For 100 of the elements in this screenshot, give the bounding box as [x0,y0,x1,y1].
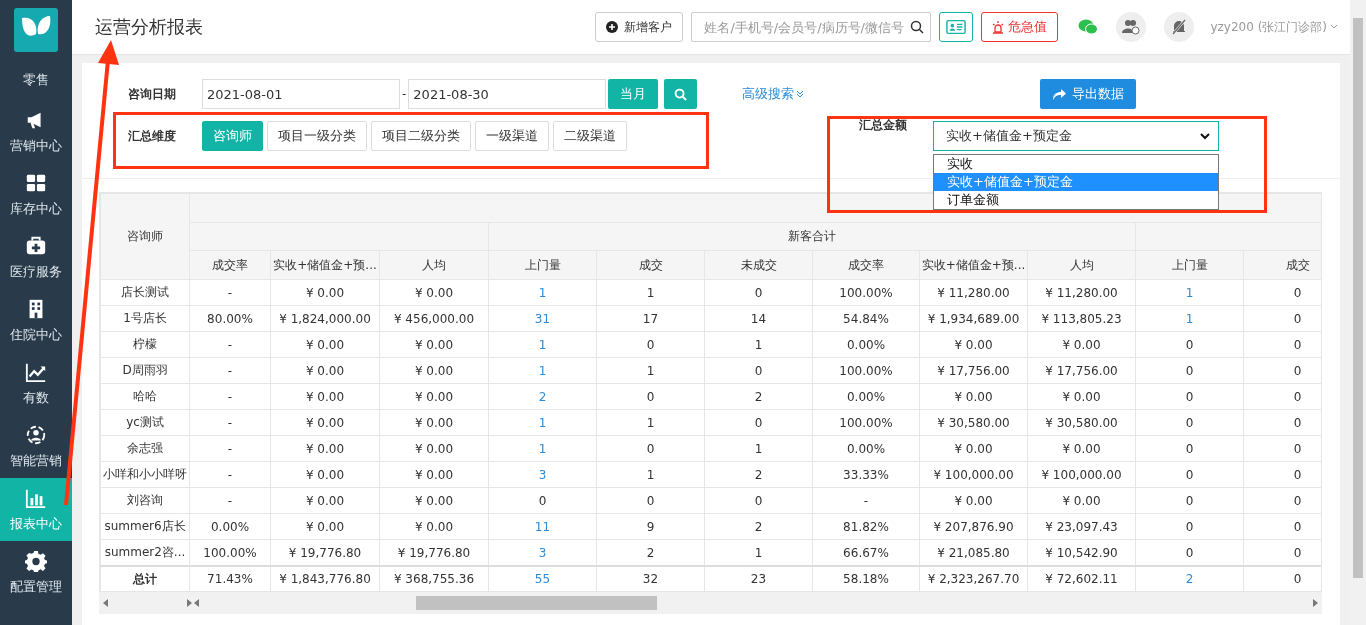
table-cell: 2 [704,461,813,488]
table-cell: 0 [1135,409,1244,436]
table-cell: 2 [704,513,813,540]
sidebar-item[interactable]: 报表中心 [0,478,72,541]
table-cell: 81.82% [812,513,920,540]
column-header: 成交 [1243,250,1321,280]
amount-select[interactable]: 实收+储值金+预定金 [933,121,1219,151]
table-cell: ¥ 0.00 [1027,383,1136,410]
count-link[interactable]: 11 [488,513,597,540]
table-cell: 0 [488,487,597,514]
export-button[interactable]: 导出数据 [1040,79,1137,109]
sidebar-item[interactable]: 零售 [0,60,72,100]
table-cell: summer6店长 [100,513,190,540]
count-link[interactable]: 1 [1135,305,1244,332]
table-cell: ¥ 0.00 [919,435,1028,462]
table-cell: ¥ 456,000.00 [379,305,489,332]
count-link[interactable]: 3 [488,461,597,488]
count-link[interactable]: 1 [488,409,597,436]
new-customer-button[interactable]: 新增客户 [595,12,684,42]
sidebar-item[interactable]: 智能营销 [0,415,72,478]
table-cell: 0 [1135,331,1244,358]
chat-icon[interactable] [1078,19,1099,35]
sidebar-item[interactable]: 医疗服务 [0,226,72,289]
dropdown-option[interactable]: 实收 [934,155,1218,173]
sidebar-item[interactable]: 配置管理 [0,541,72,604]
column-header: 人均 [1027,250,1136,280]
count-link[interactable]: 1 [488,279,597,306]
alarm-icon [992,20,1005,34]
table-cell: ¥ 0.00 [270,409,380,436]
table-cell: - [189,279,271,306]
id-card-button[interactable] [939,12,974,42]
table-cell: 9 [596,513,705,540]
sidebar-item[interactable]: 营销中心 [0,100,72,163]
table-cell: ¥ 0.00 [379,487,489,514]
table-cell: 1号店长 [100,305,190,332]
table-cell: 0 [704,487,813,514]
table-cell: 0 [1135,357,1244,384]
search-button[interactable] [664,79,698,109]
count-link[interactable]: 2 [488,383,597,410]
user-menu[interactable]: yzy200 (张江门诊部) [1210,18,1338,36]
mute-bell-icon[interactable] [1164,12,1195,42]
table-cell: 54.84% [812,305,920,332]
table-cell: ¥ 0.00 [270,435,380,462]
dimension-button[interactable]: 项目二级分类 [371,121,471,151]
count-link[interactable]: 1 [488,357,597,384]
caret-icon [1330,24,1338,30]
count-link[interactable]: 1 [488,435,597,462]
critical-value-button[interactable]: 危急值 [981,12,1059,42]
table-cell: ¥ 0.00 [270,357,380,384]
field-label: 汇总金额 [859,117,908,134]
count-link[interactable]: 1 [488,331,597,358]
table-cell: 0 [704,357,813,384]
end-date-field[interactable]: 2021-08-30 [408,79,607,109]
table-cell: ¥ 0.00 [270,487,380,514]
column-header: 咨询师 [100,193,190,280]
column-header: 未成交 [704,250,813,280]
table-cell: ¥ 23,097.43 [1027,513,1136,540]
table-cell: ¥ 17,756.00 [1027,357,1136,384]
sidebar-item[interactable]: 有数 [0,352,72,415]
table-cell: ¥ 1,824,000.00 [270,305,380,332]
table-cell: ¥ 0.00 [379,331,489,358]
start-date-field[interactable]: 2021-08-01 [202,79,400,109]
table-cell: 刘咨询 [100,487,190,514]
table-cell: ¥ 100,000.00 [1027,461,1136,488]
this-month-button[interactable]: 当月 [608,79,659,109]
table-cell: 哈哈 [100,383,190,410]
search-icon [674,87,688,101]
search-field[interactable]: 姓名/手机号/会员号/病历号/微信号 [691,12,932,42]
group-icon[interactable] [1116,12,1147,42]
table-cell: 0 [596,487,705,514]
table-cell: - [812,487,920,514]
table-cell: - [189,461,271,488]
logo-icon [14,8,58,52]
count-link[interactable]: 31 [488,305,597,332]
sidebar-item[interactable]: 住院中心 [0,289,72,352]
table-cell: ¥ 0.00 [919,331,1028,358]
table-cell: 0.00% [812,383,920,410]
table-cell: ¥ 0.00 [379,461,489,488]
dropdown-option[interactable]: 订单金额 [934,191,1218,209]
dimension-button[interactable]: 咨询师 [202,121,263,151]
dropdown-option[interactable]: 实收+储值金+预定金 [934,173,1218,191]
table-cell: 0 [704,279,813,306]
table-cell: 0 [1135,487,1244,514]
dimension-button[interactable]: 二级渠道 [553,121,627,151]
advanced-search-link[interactable]: 高级搜索 [742,85,805,103]
table-cell: ¥ 0.00 [270,383,380,410]
table-cell: 0 [1135,513,1244,540]
page-title: 运营分析报表 [95,15,204,39]
table-cell: 33.33% [812,461,920,488]
table-cell: ¥ 11,280.00 [1027,279,1136,306]
dimension-button[interactable]: 项目一级分类 [267,121,367,151]
column-header: 成交率 [812,250,920,280]
count-link[interactable]: 1 [1135,279,1244,306]
table-cell: 0.00% [812,331,920,358]
table-cell: ¥ 0.00 [270,279,380,306]
horizontal-scrollbar[interactable] [99,592,1322,614]
dimension-button[interactable]: 一级渠道 [475,121,549,151]
sidebar-item[interactable]: 库存中心 [0,163,72,226]
search-icon[interactable] [910,20,925,34]
settings-icon [25,549,47,572]
